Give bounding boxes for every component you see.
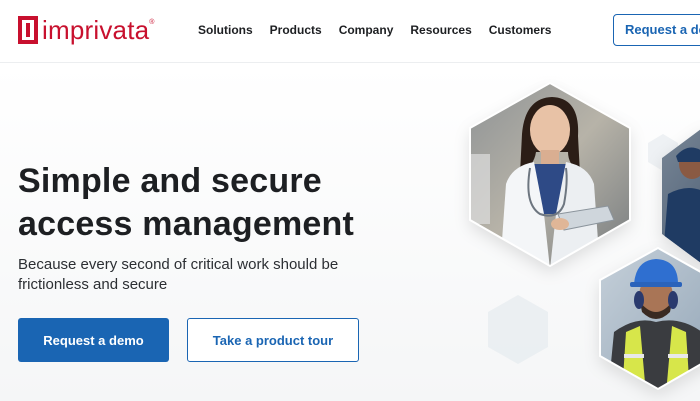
logo-wordmark: imprivata® [42, 15, 155, 45]
product-tour-button[interactable]: Take a product tour [187, 318, 359, 362]
nav-item-products[interactable]: Products [270, 23, 322, 37]
decor-hexagon-1 [488, 295, 548, 364]
request-demo-button[interactable]: Request a demo [18, 318, 169, 362]
nav-item-resources[interactable]: Resources [410, 23, 471, 37]
hero-subtitle: Because every second of critical work sh… [18, 256, 339, 293]
imprivata-logo[interactable]: imprivata® [18, 14, 155, 46]
logo-mark-icon [18, 16, 38, 44]
header-request-demo-button[interactable]: Request a demo [613, 14, 700, 46]
main-nav: Solutions Products Company Resources Cus… [198, 23, 568, 37]
nav-item-company[interactable]: Company [339, 23, 394, 37]
hero-title: Simple and secure access management [18, 160, 398, 246]
site-header: imprivata® Solutions Products Company Re… [0, 0, 700, 63]
hero-title-line-1: Simple and secure [18, 162, 322, 200]
nav-item-customers[interactable]: Customers [489, 23, 552, 37]
hero-title-line-2: access management [18, 205, 355, 243]
hero-hexagon-collage [469, 81, 700, 391]
nav-item-solutions[interactable]: Solutions [198, 23, 253, 37]
